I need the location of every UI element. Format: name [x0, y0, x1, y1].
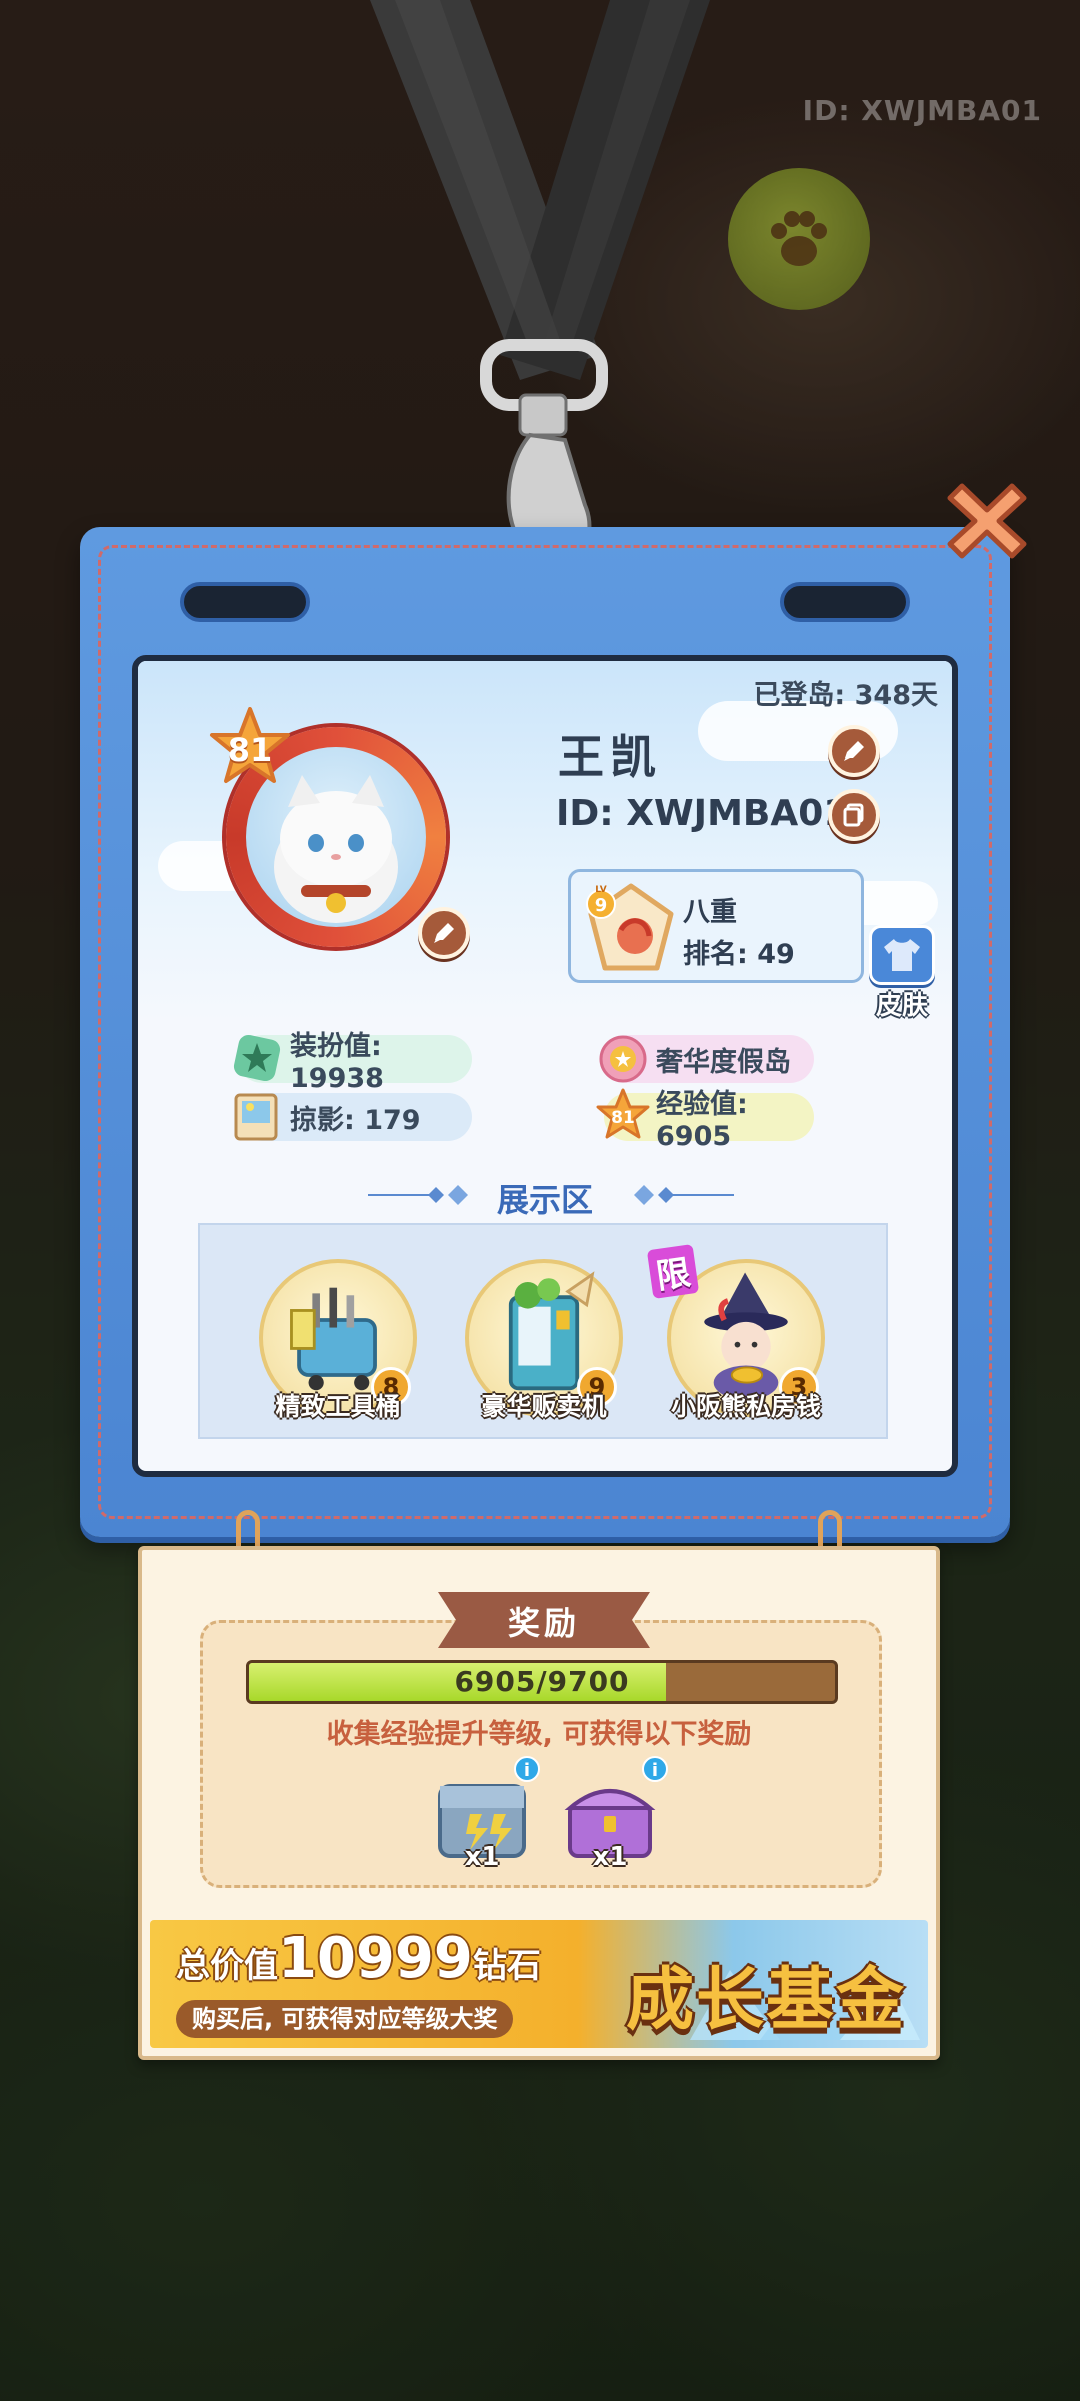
exp-text: 经验值: 6905	[656, 1089, 748, 1152]
skin-button[interactable]: 皮肤	[866, 925, 938, 1025]
reward-gift[interactable]: i x1	[558, 1756, 668, 1874]
banner-subtitle: 购买后, 可获得对应等级大奖	[176, 2000, 514, 2038]
avatar-level: 81	[227, 731, 273, 769]
island-text: 奢华度假岛	[656, 1046, 791, 1078]
rank-card[interactable]: 9 LV 八重 排名: 49	[568, 869, 864, 983]
photo-text: 掠影: 179	[290, 1104, 421, 1136]
reward-gift[interactable]: i x1	[430, 1756, 540, 1874]
item-name: 豪华贩卖机	[481, 1392, 607, 1421]
player-id: ID: XWJMBA01	[556, 793, 849, 834]
dress-value-text: 装扮值: 19938	[290, 1031, 384, 1094]
close-button[interactable]	[946, 480, 1028, 562]
exp-stat: 81 经验值: 6905	[596, 1088, 814, 1152]
lanyard-strap	[370, 0, 710, 600]
rank-level-prefix: LV	[595, 885, 606, 895]
star-leaf-icon	[233, 1034, 281, 1082]
profile-panel: 已登岛: 348天 81 王凯 ID: XWJMBA01 9 LV 八重 排名:…	[132, 655, 958, 1477]
card-slot-right	[780, 582, 910, 622]
display-area: 8 精致工具桶 9 豪华贩卖机 3 限 小阪熊私房钱	[198, 1223, 888, 1439]
item-name: 小阪熊私房钱	[670, 1392, 821, 1421]
reward-title: 奖励	[507, 1604, 580, 1642]
dress-value-stat: 装扮值: 19938	[233, 1031, 472, 1094]
photo-stat: 掠影: 179	[234, 1093, 472, 1141]
rank-badge-icon: 9 LV	[586, 883, 674, 971]
photo-album-icon	[234, 1093, 278, 1141]
copy-icon	[843, 803, 864, 827]
rank-position: 排名: 49	[683, 939, 795, 970]
medal-icon	[599, 1035, 647, 1083]
limited-tag: 限	[646, 1244, 700, 1299]
reward-panel: 奖励 6905/9700 收集经验提升等级, 可获得以下奖励 i x1 i x1	[138, 1546, 940, 2060]
shirt-icon	[869, 925, 935, 985]
display-area-title: 展示区	[496, 1181, 593, 1219]
pencil-icon	[844, 741, 864, 761]
info-icon[interactable]: i	[642, 1756, 668, 1782]
exp-progress-bar: 6905/9700	[246, 1660, 838, 1704]
edit-name-button[interactable]	[828, 725, 880, 777]
display-item[interactable]: 3 限 小阪熊私房钱	[646, 1244, 836, 1423]
card-slot-left	[180, 582, 310, 622]
island-stat: 奢华度假岛	[599, 1035, 814, 1083]
close-icon	[947, 483, 1027, 559]
display-item[interactable]: 8 精致工具桶	[248, 1259, 428, 1423]
banner-suffix: 钻石	[472, 1946, 541, 1986]
gift-quantity: x1	[464, 1842, 500, 1872]
reward-hint: 收集经验提升等级, 可获得以下奖励	[326, 1719, 752, 1750]
item-name: 精致工具桶	[275, 1392, 401, 1421]
avatar[interactable]: 81	[206, 707, 470, 967]
exp-star-icon: 81	[596, 1088, 650, 1139]
copy-id-button[interactable]	[828, 789, 880, 841]
exp-level-badge: 81	[611, 1108, 635, 1128]
rank-title: 八重	[683, 897, 737, 928]
display-item[interactable]: 9 豪华贩卖机	[454, 1259, 634, 1423]
rank-level-number: 9	[595, 895, 608, 916]
title-decoration-right	[634, 1185, 734, 1205]
progress-text: 6905/9700	[454, 1665, 630, 1698]
edit-avatar-button[interactable]	[418, 907, 470, 959]
pencil-icon	[434, 923, 454, 943]
growth-fund-banner[interactable]: 总价值10999钻石 购买后, 可获得对应等级大奖 成长基金	[150, 1920, 928, 2048]
gift-quantity: x1	[592, 1842, 628, 1872]
login-days: 已登岛: 348天	[753, 680, 938, 711]
info-icon[interactable]: i	[514, 1756, 540, 1782]
banner-prefix: 总价值	[176, 1946, 278, 1986]
player-name: 王凯	[558, 730, 662, 784]
skin-label: 皮肤	[875, 991, 928, 1021]
banner-value: 总价值10999钻石	[176, 1926, 541, 1991]
profile-card: 已登岛: 348天 81 王凯 ID: XWJMBA01 9 LV 八重 排名:…	[80, 527, 1010, 1537]
banner-amount: 10999	[278, 1926, 473, 1991]
growth-fund-title: 成长基金	[625, 1961, 906, 2040]
